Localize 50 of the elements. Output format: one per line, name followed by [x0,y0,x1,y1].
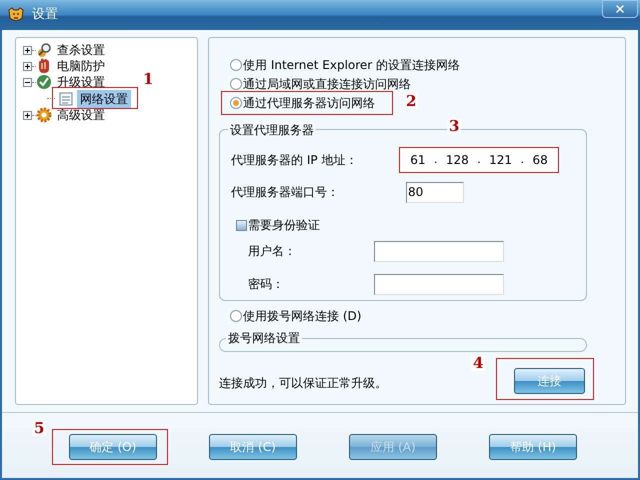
callout-number: 5 [32,421,46,436]
gear-icon [36,107,52,123]
group-title: 拨号网络设置 [226,329,302,347]
callout-number: 4 [471,356,486,371]
ip-octet: 128 [446,152,469,169]
ip-separator: . [520,152,524,168]
radio-label: 通过局域网或直接连接访问网络 [243,76,411,92]
callout-number: 2 [404,94,418,109]
ip-address-field[interactable]: 61 . 128 . 121 . 68 [399,147,559,173]
magnifier-icon [36,42,52,58]
radio-label: 使用拨号网络连接 (D) [243,308,362,324]
globe-check-icon [36,74,52,90]
radio-button[interactable] [230,58,242,70]
field-label: 代理服务器端口号： [231,184,340,201]
ip-octet: 61 [410,152,426,169]
field-label: 用户名： [248,243,297,260]
tree-item[interactable]: 网络设置 [77,90,131,108]
field-label: 代理服务器的 IP 地址： [231,152,358,169]
close-icon [614,3,626,15]
hand-icon [36,58,52,74]
status-text: 连接成功，可以保证正常升级。 [219,375,388,392]
group-title: 设置代理服务器 [228,121,316,139]
ip-octet: 121 [489,152,512,169]
expander-toggle[interactable] [23,78,32,86]
window-title: 设置 [32,6,58,24]
radio-label: 通过代理服务器访问网络 [243,95,375,112]
ip-separator: . [477,152,481,168]
port-field[interactable]: 80 [406,182,464,202]
expander-toggle[interactable] [23,110,32,120]
ip-separator: . [434,152,438,168]
checkbox[interactable] [236,220,247,230]
username-field[interactable] [374,240,504,262]
radio-button[interactable] [230,310,242,322]
password-field[interactable] [374,274,504,294]
tree-item[interactable]: 高级设置 [55,106,107,124]
tiger-logo-icon [8,7,24,23]
field-label: 密码： [248,276,285,293]
expander-toggle[interactable] [23,46,32,54]
radio-label: 使用 Internet Explorer 的设置连接网络 [243,56,460,74]
tree-item[interactable]: 电脑防护 [55,57,107,75]
tree-item[interactable]: 查杀设置 [55,41,107,59]
tree-item[interactable]: 升级设置 [55,73,107,91]
callout-number: 3 [447,119,462,134]
radio-button[interactable] [230,97,242,109]
ip-octet: 68 [532,152,548,169]
close-button[interactable] [602,0,638,18]
radio-button[interactable] [230,78,242,90]
document-icon [59,92,73,106]
expander-toggle[interactable] [23,62,32,70]
checkbox-label: 需要身份验证 [248,217,320,234]
